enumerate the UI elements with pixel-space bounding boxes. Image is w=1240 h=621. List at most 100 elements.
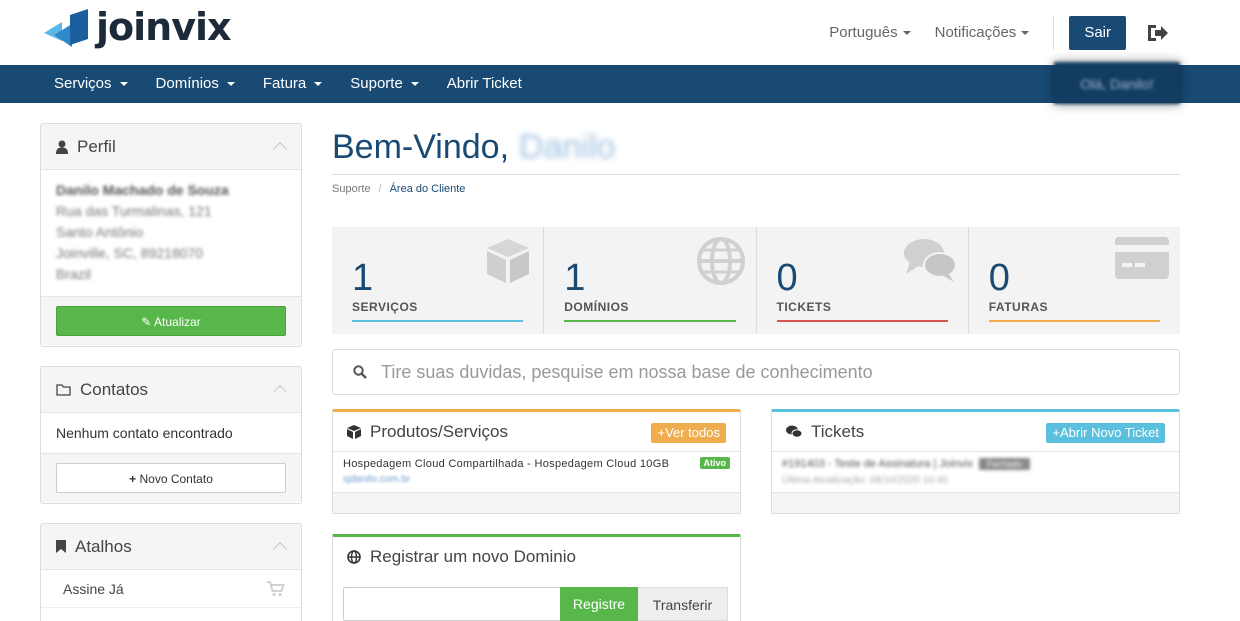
- list-item[interactable]: #191403 - Teste de Assinatura | Joinvix F…: [772, 452, 1179, 492]
- globe-icon: [347, 550, 361, 564]
- view-all-label: Ver todos: [665, 425, 720, 440]
- stat-value: 1: [564, 257, 586, 299]
- chevron-up-icon[interactable]: [272, 541, 288, 557]
- profile-details: Danilo Machado de Souza Rua das Turmalin…: [41, 170, 301, 296]
- contacts-empty-text: Nenhum contato encontrado: [56, 425, 233, 441]
- user-menu-dropdown[interactable]: Olá, Danilo!: [1054, 62, 1180, 104]
- divider: [1053, 15, 1055, 50]
- transfer-button[interactable]: Transferir: [638, 587, 728, 621]
- title-divider: [332, 174, 1180, 175]
- nav-item-label: Suporte: [350, 75, 403, 92]
- cube-icon: [487, 239, 530, 283]
- status-badge: Fechado: [979, 458, 1031, 470]
- tickets-title: Tickets: [811, 421, 865, 441]
- new-contact-label: Novo Contato: [139, 472, 213, 486]
- profile-footer: ✎ Atualizar: [41, 296, 301, 345]
- shortcuts-panel-header[interactable]: Atalhos: [41, 524, 301, 570]
- tickets-card: Tickets +Abrir Novo Ticket #191403 - Tes…: [771, 409, 1180, 514]
- product-name: Hospedagem Cloud Compartilhada - Hospeda…: [343, 458, 670, 470]
- plus-icon: +: [657, 425, 666, 440]
- stat-value: 0: [988, 257, 1010, 299]
- nav-item-dom-nios[interactable]: Domínios: [142, 65, 249, 103]
- stat-services[interactable]: 1 SERVIÇOS: [332, 227, 545, 334]
- sign-out-icon[interactable]: [1146, 23, 1168, 43]
- brand-logo[interactable]: joinvix: [44, 5, 232, 49]
- nav-item-label: Serviços: [54, 75, 112, 92]
- profile-name: Danilo Machado de Souza: [56, 182, 229, 198]
- domain-form: Registre Transferir: [343, 587, 728, 621]
- domain-input[interactable]: [343, 587, 560, 621]
- open-new-ticket-button[interactable]: +Abrir Novo Ticket: [1046, 423, 1165, 443]
- profile-address-line: Rua das Turmalinas, 121: [56, 203, 212, 219]
- language-dropdown[interactable]: Português: [829, 24, 911, 41]
- nav-item-fatura[interactable]: Fatura: [249, 65, 336, 103]
- chevron-up-icon[interactable]: [272, 384, 288, 400]
- breadcrumb-item-suporte[interactable]: Suporte: [332, 183, 371, 195]
- comments-icon: [903, 239, 957, 282]
- products-card-header: Produtos/Serviços +Ver todos: [333, 412, 740, 452]
- update-profile-button[interactable]: ✎ Atualizar: [56, 306, 286, 336]
- profile-address-line: Brazil: [56, 266, 92, 282]
- contacts-panel-header[interactable]: Contatos: [41, 367, 301, 413]
- contacts-panel: Contatos Nenhum contato encontrado + Nov…: [40, 366, 302, 504]
- breadcrumb: Suporte / Área do Cliente: [332, 183, 465, 195]
- cube-icon: [347, 424, 361, 439]
- stat-underline: [352, 320, 524, 322]
- welcome-text: Bem-Vindo,: [332, 128, 510, 166]
- plus-icon: +: [1052, 425, 1061, 440]
- shortcuts-title: Atalhos: [75, 536, 132, 556]
- open-ticket-label: Abrir Novo Ticket: [1060, 425, 1159, 440]
- notifications-dropdown[interactable]: Notificações: [935, 24, 1030, 41]
- knowledgebase-search-input[interactable]: Tire suas duvidas, pesquise em nossa bas…: [332, 349, 1180, 395]
- bookmark-icon: [56, 540, 66, 553]
- profile-panel-header[interactable]: Perfil: [41, 124, 301, 170]
- plus-icon: +: [129, 472, 137, 486]
- caret-down-icon: [119, 82, 128, 87]
- nav-item-suporte[interactable]: Suporte: [336, 65, 433, 103]
- ticket-title-text: #191403 - Teste de Assinatura | Joinvix: [782, 458, 973, 470]
- stat-domains[interactable]: 1 DOMÍNIOS: [544, 227, 757, 334]
- welcome-user-name: Danilo: [519, 128, 616, 166]
- caret-down-icon: [314, 82, 323, 87]
- caret-down-icon: [226, 82, 235, 87]
- profile-title: Perfil: [77, 136, 116, 156]
- language-label: Português: [829, 24, 898, 41]
- shopping-cart-icon: [267, 581, 285, 596]
- stat-underline: [776, 320, 948, 322]
- view-all-button[interactable]: +Ver todos: [651, 423, 726, 443]
- notifications-label: Notificações: [934, 24, 1017, 41]
- stat-invoices[interactable]: 0 FATURAS: [969, 227, 1180, 334]
- register-domain-header: Registrar um novo Dominio: [333, 537, 740, 577]
- logout-button[interactable]: Sair: [1069, 15, 1126, 50]
- shortcut-label: Assine Já: [63, 581, 124, 597]
- register-button[interactable]: Registre: [560, 587, 638, 621]
- stats-bar: 1 SERVIÇOS 1 DOMÍNIOS 0 TICKETS 0 FATURA…: [332, 227, 1180, 334]
- new-contact-button[interactable]: + Novo Contato: [56, 463, 286, 493]
- pencil-icon: ✎: [141, 315, 152, 329]
- logo-mark-icon: [44, 9, 88, 47]
- contacts-footer: + Novo Contato: [41, 453, 301, 502]
- product-domain[interactable]: sjdanilo.com.br: [343, 474, 730, 485]
- stat-label: FATURAS: [988, 300, 1049, 314]
- stat-value: 0: [776, 257, 798, 299]
- top-header: joinvix Português Notificações Sair: [0, 0, 1240, 65]
- stat-underline: [988, 320, 1160, 322]
- stat-label: SERVIÇOS: [352, 300, 418, 314]
- credit-card-icon: [1115, 237, 1169, 279]
- stat-tickets[interactable]: 0 TICKETS: [757, 227, 969, 334]
- caret-down-icon: [902, 31, 911, 36]
- nav-item-servi-os[interactable]: Serviços: [40, 65, 142, 103]
- shortcut-item-assine[interactable]: Assine Já: [41, 570, 301, 608]
- search-placeholder: Tire suas duvidas, pesquise em nossa bas…: [381, 361, 873, 382]
- list-item[interactable]: Hospedagem Cloud Compartilhada - Hospeda…: [333, 452, 740, 492]
- nav-item-abrir-ticket[interactable]: Abrir Ticket: [433, 65, 536, 103]
- ticket-updated: Última Atualização: 08/10/2020 10:40: [782, 475, 948, 486]
- ticket-title: #191403 - Teste de Assinatura | Joinvix F…: [782, 458, 1169, 470]
- products-card-footer: [333, 492, 740, 513]
- breadcrumb-item-current: Área do Cliente: [389, 183, 466, 195]
- profile-address-line: Santo Antônio: [56, 224, 144, 240]
- status-badge: Ativo: [699, 457, 730, 469]
- chevron-up-icon[interactable]: [272, 141, 288, 157]
- tickets-card-footer: [772, 492, 1179, 513]
- caret-down-icon: [1021, 31, 1030, 36]
